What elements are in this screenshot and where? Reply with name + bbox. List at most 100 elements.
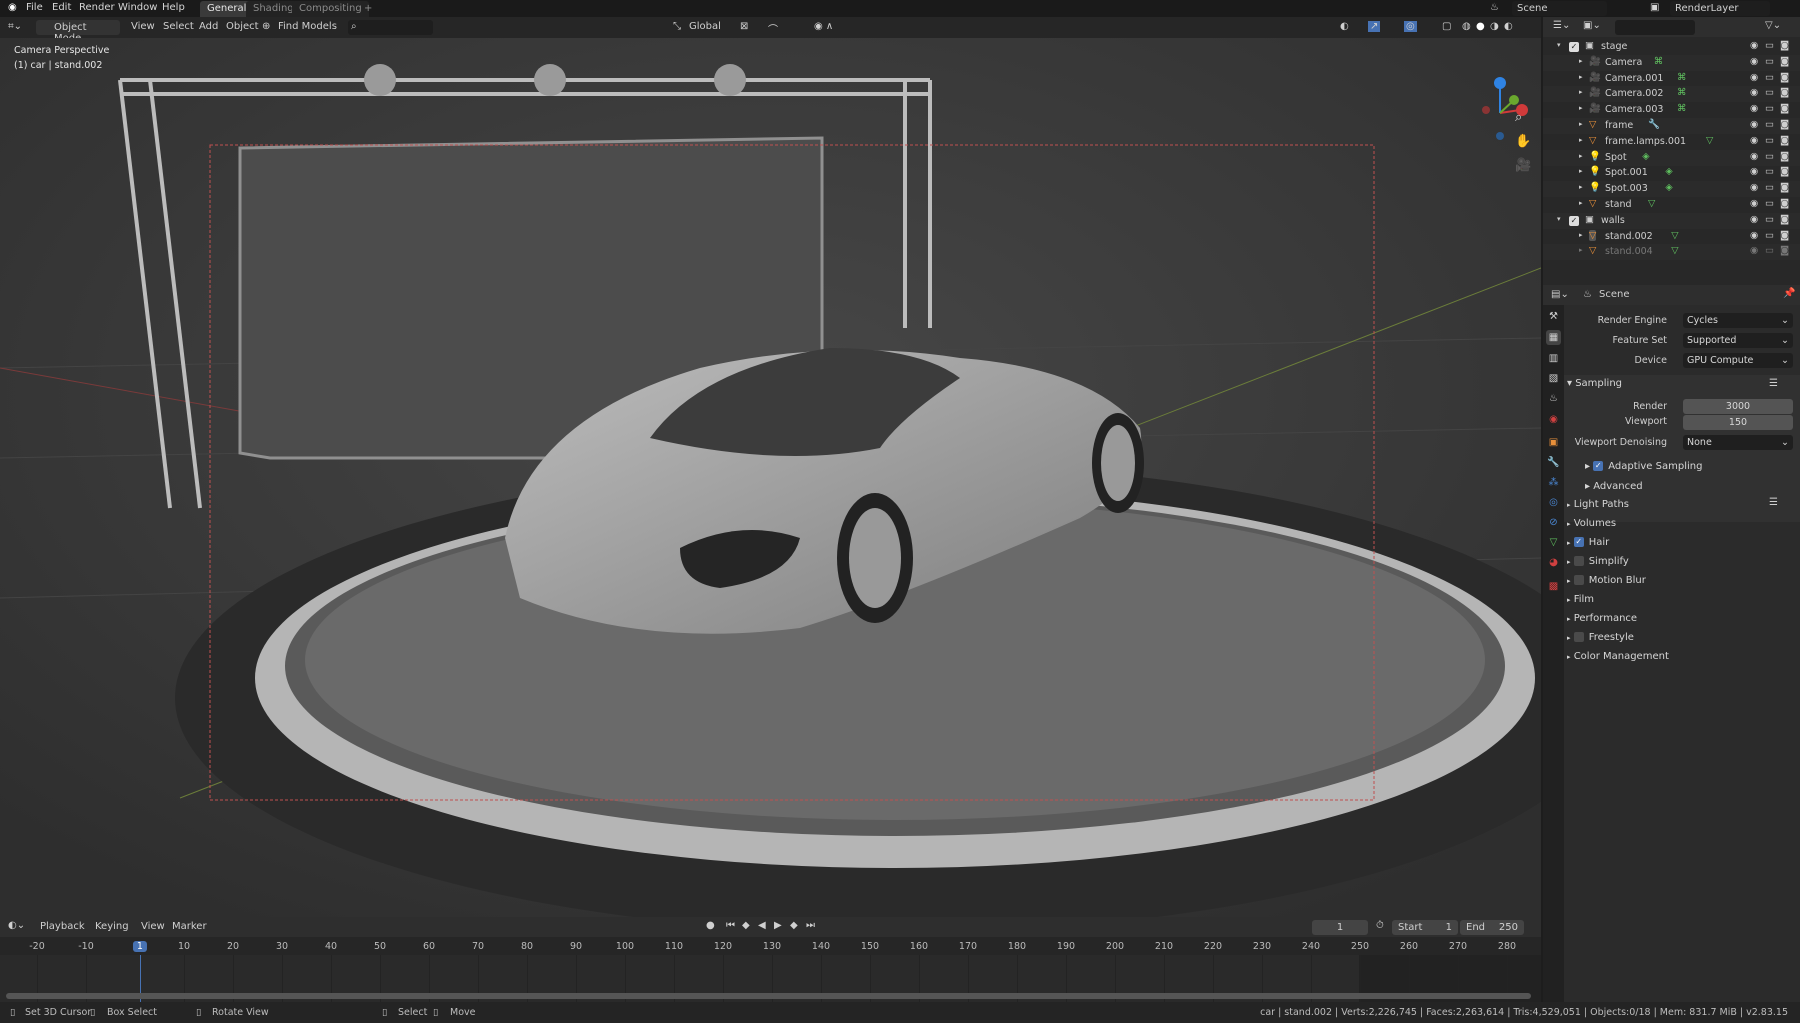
view-layer-tab-icon[interactable]: ▧: [1546, 371, 1561, 386]
outliner-item-name[interactable]: Camera: [1605, 57, 1642, 68]
proportional-edit-icon[interactable]: ◉ ∧: [814, 21, 833, 32]
adaptive-sampling-checkbox[interactable]: ✓: [1593, 461, 1604, 471]
eye-icon[interactable]: ◉: [1750, 119, 1758, 130]
eye-icon[interactable]: ◉: [1750, 214, 1758, 225]
filter-view-icon[interactable]: ▣⌄: [1583, 20, 1601, 31]
render-camera-icon[interactable]: ◙: [1780, 40, 1789, 51]
render-camera-icon[interactable]: ◙: [1780, 56, 1789, 67]
light-data-icon[interactable]: ◈: [1665, 182, 1672, 193]
overlay-toggle-icon[interactable]: ◎: [1404, 21, 1417, 32]
render-tab-icon[interactable]: ▦: [1546, 330, 1561, 345]
panel-header-volumes[interactable]: ▸ Volumes: [1567, 518, 1616, 529]
render-samples-field[interactable]: 3000: [1683, 399, 1793, 414]
eye-icon[interactable]: ◉: [1750, 151, 1758, 162]
panel-checkbox[interactable]: [1573, 575, 1584, 585]
jump-end-icon[interactable]: ⏭: [806, 920, 815, 931]
modifier-wrench-icon[interactable]: 🔧: [1648, 119, 1660, 130]
panel-header-performance[interactable]: ▸ Performance: [1567, 613, 1637, 624]
world-tab-icon[interactable]: ◉: [1546, 412, 1561, 427]
render-camera-icon[interactable]: ◙: [1780, 72, 1789, 83]
zoom-icon[interactable]: ⌕: [1515, 110, 1522, 125]
next-keyframe-icon[interactable]: ◆: [790, 920, 798, 931]
blender-logo-icon[interactable]: ◉: [8, 2, 17, 13]
outliner-item-name[interactable]: Spot.001: [1605, 167, 1648, 178]
xray-icon[interactable]: ▢: [1442, 21, 1451, 32]
search-input[interactable]: [348, 20, 433, 35]
outliner-row[interactable]: ▸ 💡 Spot.003 ◈ ◉ ▭ ◙: [1543, 181, 1800, 198]
add-workspace-button[interactable]: +: [357, 1, 379, 17]
expand-arrow-icon[interactable]: ▸: [1579, 167, 1583, 175]
menu-playback[interactable]: Playback: [40, 921, 85, 932]
object-tab-icon[interactable]: ▣: [1546, 435, 1561, 450]
outliner-row[interactable]: ▸ 💡 Spot ◈ ◉ ▭ ◙: [1543, 149, 1800, 166]
monitor-icon[interactable]: ▭: [1765, 151, 1774, 162]
outliner-row[interactable]: ▾ ✓ ▣ walls ◉ ▭ ◙: [1543, 212, 1800, 229]
monitor-icon[interactable]: ▭: [1765, 72, 1774, 83]
filter-icon[interactable]: ▽⌄: [1765, 20, 1781, 31]
editor-type-icon[interactable]: ◐⌄: [8, 920, 25, 931]
outliner-item-name[interactable]: Camera.003: [1605, 104, 1663, 115]
presets-list-icon[interactable]: ☰: [1769, 378, 1778, 389]
mesh-data-icon[interactable]: ▽: [1706, 135, 1713, 146]
monitor-icon[interactable]: ▭: [1765, 135, 1774, 146]
menu-window[interactable]: Window: [118, 2, 157, 13]
monitor-icon[interactable]: ▭: [1765, 40, 1774, 51]
outliner-item-name[interactable]: stage: [1601, 41, 1627, 52]
scene-tab-icon[interactable]: ♨: [1546, 391, 1561, 406]
menu-add[interactable]: Add: [199, 21, 218, 32]
device-dropdown[interactable]: GPU Compute ⌄: [1683, 353, 1793, 368]
editor-type-icon[interactable]: ▤⌄: [1551, 289, 1569, 300]
monitor-icon[interactable]: ▭: [1765, 119, 1774, 130]
expand-arrow-icon[interactable]: ▸: [1579, 120, 1583, 128]
panel-checkbox[interactable]: ✓: [1573, 537, 1584, 547]
gizmo-toggle-icon[interactable]: ↗: [1368, 21, 1381, 32]
monitor-icon[interactable]: ▭: [1765, 166, 1774, 177]
render-camera-icon[interactable]: ◙: [1780, 151, 1789, 162]
output-tab-icon[interactable]: ▥: [1546, 351, 1561, 366]
menu-keying[interactable]: Keying: [95, 921, 129, 932]
snap-icon[interactable]: ⌒: [768, 21, 778, 36]
outliner-item-name[interactable]: frame.lamps.001: [1605, 136, 1686, 147]
texture-tab-icon[interactable]: ▩: [1546, 579, 1561, 594]
eye-icon[interactable]: ◉: [1750, 230, 1758, 241]
light-data-icon[interactable]: ◈: [1665, 166, 1672, 177]
expand-arrow-icon[interactable]: ▸: [1579, 199, 1583, 207]
menu-view[interactable]: View: [131, 21, 155, 32]
mesh-data-icon[interactable]: ▽: [1648, 198, 1655, 209]
render-layer-selector[interactable]: RenderLayer: [1670, 1, 1770, 16]
jump-start-icon[interactable]: ⏮: [726, 920, 735, 931]
collapse-arrow-icon[interactable]: ▾: [1557, 215, 1561, 223]
display-mode-icon[interactable]: ☰⌄: [1553, 20, 1570, 31]
render-camera-icon[interactable]: ◙: [1780, 214, 1789, 225]
outliner-row[interactable]: ▾ ✓ ▣ stage ◉ ▭ ◙: [1543, 39, 1800, 55]
menu-select[interactable]: Select: [163, 21, 194, 32]
outliner-row[interactable]: ▸ ▽ stand.004 ▽ ◉ ▭ ◙: [1543, 244, 1800, 261]
render-camera-icon[interactable]: ◙: [1780, 87, 1789, 98]
menu-marker[interactable]: Marker: [172, 921, 207, 932]
outliner-row[interactable]: ▸ 🎥 Camera.002 ⌘ ◉ ▭ ◙: [1543, 86, 1800, 103]
outliner-row[interactable]: ▸ 🎥 Camera ⌘ ◉ ▭ ◙: [1543, 54, 1800, 71]
expand-arrow-icon[interactable]: ▸: [1579, 57, 1583, 65]
panel-checkbox[interactable]: [1573, 556, 1584, 566]
monitor-icon[interactable]: ▭: [1765, 214, 1774, 225]
monitor-icon[interactable]: ▭: [1765, 103, 1774, 114]
scene-icon[interactable]: ♨: [1490, 2, 1499, 13]
collection-checkbox[interactable]: ✓: [1569, 215, 1579, 226]
menu-object[interactable]: Object: [226, 21, 259, 32]
material-shading-icon[interactable]: ◑: [1490, 21, 1499, 32]
outliner-row[interactable]: ▸ ▽ frame 🔧 ◉ ▭ ◙: [1543, 118, 1800, 134]
physics-tab-icon[interactable]: ◎: [1546, 495, 1561, 510]
render-camera-icon[interactable]: ◙: [1780, 135, 1789, 146]
play-icon[interactable]: ▶: [774, 920, 782, 931]
outliner-row[interactable]: ▸ 🎥 Camera.001 ⌘ ◉ ▭ ◙: [1543, 71, 1800, 87]
render-layer-icon[interactable]: ▣: [1650, 2, 1659, 13]
menu-edit[interactable]: Edit: [52, 2, 71, 13]
monitor-icon[interactable]: ▭: [1765, 230, 1774, 241]
render-camera-icon[interactable]: ◙: [1780, 198, 1789, 209]
particles-tab-icon[interactable]: ⁂: [1546, 475, 1561, 490]
monitor-icon[interactable]: ▭: [1765, 87, 1774, 98]
panel-header-light-paths[interactable]: ▸ Light Paths: [1567, 499, 1629, 510]
pan-hand-icon[interactable]: ✋: [1515, 134, 1531, 149]
outliner-item-name[interactable]: Camera.002: [1605, 88, 1663, 99]
prev-keyframe-icon[interactable]: ◆: [742, 920, 750, 931]
